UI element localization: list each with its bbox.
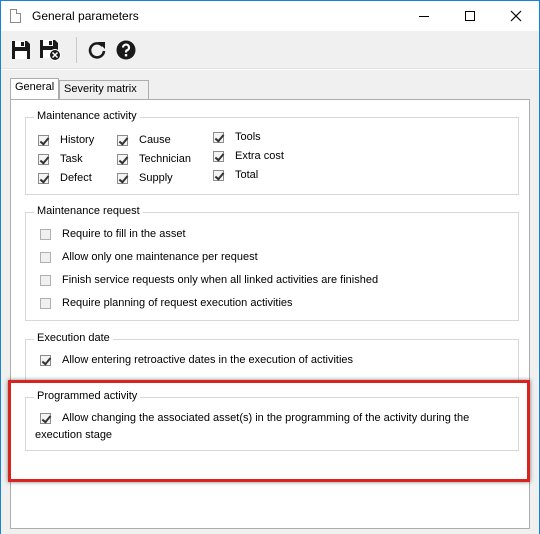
retroactive-dates-checkbox[interactable]: Allow entering retroactive dates in the … [40,354,353,366]
checkbox-label: History [60,134,95,146]
checkbox-label: Require to fill in the asset [62,228,186,240]
one-maintenance-per-request-checkbox[interactable]: Allow only one maintenance per request [40,251,258,263]
require-planning-checkbox[interactable]: Require planning of request execution ac… [40,297,293,309]
checkbox-box[interactable] [117,172,128,184]
maintenance-activity-group: Maintenance activity History Task Defect… [25,110,519,195]
checkbox-label: Defect [60,172,92,184]
checkbox-label: Tools [235,131,261,143]
group-title: Execution date [34,332,113,344]
tab-general[interactable]: General [10,78,59,99]
checkbox-box[interactable] [40,274,51,286]
tools-checkbox[interactable]: Tools [213,131,261,143]
title-bar: General parameters [1,1,539,31]
help-icon [116,40,136,60]
checkbox-box[interactable] [40,354,51,366]
programmed-activity-group: Programmed activity Allow changing the a… [25,390,519,451]
general-parameters-window: General parameters General Severity matr… [0,0,540,534]
save-and-close-button[interactable] [38,38,62,62]
toolbar-separator [76,37,77,63]
checkbox-box[interactable] [213,169,224,181]
checkbox-box[interactable] [117,134,128,146]
maximize-icon [465,11,475,21]
checkbox-label: Supply [139,172,173,184]
checkbox-box[interactable] [213,150,224,162]
toolbar [1,31,539,69]
task-checkbox[interactable]: Task [38,153,83,165]
minimize-icon [419,15,429,17]
close-icon [510,10,522,22]
maximize-button[interactable] [447,1,493,31]
save-button[interactable] [9,38,33,62]
checkbox-box[interactable] [38,134,49,146]
save-close-icon [40,40,61,61]
require-asset-checkbox[interactable]: Require to fill in the asset [40,228,186,240]
checkbox-label: Finish service requests only when all li… [62,274,379,286]
supply-checkbox[interactable]: Supply [117,172,173,184]
finish-requests-checkbox[interactable]: Finish service requests only when all li… [40,274,378,286]
defect-checkbox[interactable]: Defect [38,172,92,184]
checkbox-box[interactable] [40,228,51,240]
group-title: Programmed activity [34,390,141,402]
help-button[interactable] [114,38,138,62]
close-button[interactable] [493,1,539,31]
technician-checkbox[interactable]: Technician [117,153,191,165]
refresh-button[interactable] [85,38,109,62]
checkbox-label: Allow changing the associated asset(s) i… [62,412,470,424]
save-icon [12,41,30,59]
checkbox-label: Extra cost [235,150,284,162]
checkbox-box[interactable] [38,172,49,184]
refresh-icon [88,42,106,59]
checkbox-label: Cause [139,134,171,146]
tab-severity-matrix[interactable]: Severity matrix [59,80,149,99]
document-icon [10,9,21,23]
checkbox-label: Total [235,169,259,181]
checkbox-label: Allow entering retroactive dates in the … [62,354,354,366]
checkbox-box[interactable] [40,297,51,309]
checkbox-label: Allow only one maintenance per request [62,251,258,263]
maintenance-request-group: Maintenance request Require to fill in t… [25,205,519,321]
total-checkbox[interactable]: Total [213,169,258,181]
minimize-button[interactable] [401,1,447,31]
checkbox-label: Task [60,153,83,165]
extra-cost-checkbox[interactable]: Extra cost [213,150,284,162]
group-title: Maintenance activity [34,110,140,122]
group-title: Maintenance request [34,205,143,217]
execution-date-group: Execution date Allow entering retroactiv… [25,332,519,383]
content-area: General Severity matrix Maintenance acti… [1,70,539,534]
change-associated-asset-checkbox[interactable]: Allow changing the associated asset(s) i… [40,412,469,424]
cause-checkbox[interactable]: Cause [117,134,171,146]
history-checkbox[interactable]: History [38,134,94,146]
window-title: General parameters [32,9,139,23]
checkbox-box[interactable] [38,153,49,165]
checkbox-box[interactable] [117,153,128,165]
checkbox-label: Require planning of request execution ac… [62,297,293,309]
checkbox-box[interactable] [213,131,224,143]
checkbox-box[interactable] [40,251,51,263]
checkbox-label: Technician [139,153,191,165]
checkbox-label-continuation: execution stage [35,429,113,441]
checkbox-box[interactable] [40,412,51,424]
general-tab-panel: Maintenance activity History Task Defect… [10,99,530,529]
